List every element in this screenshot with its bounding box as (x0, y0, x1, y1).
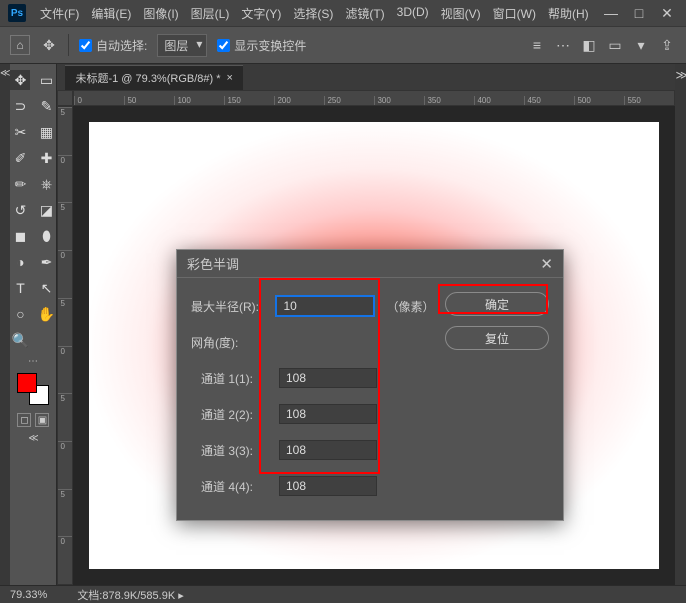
document-tab-title: 未标题-1 @ 79.3%(RGB/8#) * (75, 70, 220, 86)
foreground-color-swatch[interactable] (17, 373, 37, 393)
show-transform-checkbox[interactable]: 显示变换控件 (217, 37, 306, 54)
path-select-tool[interactable]: ↖ (36, 278, 56, 298)
vertical-ruler: 5050505050 (57, 106, 73, 585)
document-tab[interactable]: 未标题-1 @ 79.3%(RGB/8#) * × (65, 65, 242, 90)
ps-logo-icon: Ps (8, 4, 26, 22)
horizontal-ruler: 050100150200250300350400450500550 (73, 90, 675, 106)
menu-item[interactable]: 选择(S) (287, 2, 339, 25)
shape-tool[interactable]: ○ (10, 304, 30, 324)
color-halftone-dialog: 彩色半调 ✕ 最大半径(R): （像素） 网角(度): 通道 1(1): 通道 … (176, 249, 564, 521)
heal-tool[interactable]: ✚ (36, 148, 56, 168)
layer-dropdown[interactable]: 图层 (157, 34, 207, 57)
auto-select-label: 自动选择: (96, 37, 147, 54)
zoom-level[interactable]: 79.33% (10, 589, 47, 601)
pixel-unit-label: （像素） (386, 298, 433, 315)
home-icon[interactable]: ⌂ (10, 35, 30, 55)
lasso-tool[interactable]: ⊃ (10, 96, 30, 116)
blur-tool[interactable]: ⬮ (36, 226, 56, 246)
close-window-button[interactable]: ✕ (660, 6, 674, 20)
channel-2-label: 通道 2(2): (191, 406, 271, 423)
dialog-close-icon[interactable]: ✕ (540, 255, 553, 273)
menu-item[interactable]: 文字(Y) (235, 2, 287, 25)
quickmask-icon[interactable]: ◻ (17, 413, 31, 427)
brush-tool[interactable]: ✏ (10, 174, 30, 194)
move-tool[interactable]: ✥ (10, 70, 30, 90)
menu-item[interactable]: 图像(I) (137, 2, 184, 25)
channel-4-label: 通道 4(4): (191, 478, 271, 495)
document-tabbar: 未标题-1 @ 79.3%(RGB/8#) * × (57, 64, 675, 90)
channel-4-input[interactable] (279, 476, 377, 496)
menu-item[interactable]: 3D(D) (391, 2, 435, 25)
channel-3-label: 通道 3(3): (191, 442, 271, 459)
screenmode-icon[interactable]: ▣ (35, 413, 49, 427)
align-icon[interactable]: ≡ (528, 36, 546, 54)
dodge-tool[interactable]: ◑ (10, 252, 30, 272)
3d-mode-icon[interactable]: ◧ (580, 36, 598, 54)
type-tool[interactable]: T (10, 278, 30, 298)
maximize-button[interactable]: □ (632, 6, 646, 20)
show-transform-label: 显示变换控件 (234, 37, 306, 54)
tool-collapse-strip[interactable]: ≪ (0, 64, 10, 585)
channel-1-input[interactable] (279, 368, 377, 388)
eraser-tool[interactable]: ◪ (36, 200, 56, 220)
grid-angle-label: 网角(度): (191, 334, 271, 351)
ok-button[interactable]: 确定 (445, 292, 549, 316)
eyedropper-tool[interactable]: ✐ (10, 148, 30, 168)
channel-3-input[interactable] (279, 440, 377, 460)
menu-item[interactable]: 帮助(H) (542, 2, 595, 25)
channel-1-label: 通道 1(1): (191, 370, 271, 387)
max-radius-input[interactable] (276, 296, 374, 316)
gradient-tool[interactable]: ◼ (10, 226, 30, 246)
history-brush-tool[interactable]: ↺ (10, 200, 30, 220)
menu-item[interactable]: 窗口(W) (487, 2, 542, 25)
separator (68, 34, 69, 56)
crop-tool[interactable]: ✂ (10, 122, 30, 142)
close-tab-icon[interactable]: × (227, 72, 233, 84)
minimize-button[interactable]: — (604, 6, 618, 20)
frame-icon[interactable]: ▭ (606, 36, 624, 54)
max-radius-label: 最大半径(R): (191, 298, 268, 315)
hand-tool[interactable]: ✋ (36, 304, 56, 324)
frame-tool[interactable]: ▦ (36, 122, 56, 142)
toolbox-collapse-icon[interactable]: ≪ (28, 433, 38, 444)
doc-info[interactable]: 文档:878.9K/585.9K ▸ (77, 587, 183, 603)
edit-toolbar-icon[interactable]: ⋯ (28, 356, 39, 367)
menu-item[interactable]: 视图(V) (435, 2, 487, 25)
panel-collapse-strip[interactable]: ≫ (675, 64, 686, 585)
menu-item[interactable]: 编辑(E) (85, 2, 137, 25)
share-icon[interactable]: ⇪ (658, 36, 676, 54)
color-swatch[interactable] (17, 373, 49, 405)
distribute-icon[interactable]: ⋯ (554, 36, 572, 54)
auto-select-checkbox[interactable]: 自动选择: (79, 37, 147, 54)
pen-tool[interactable]: ✒ (36, 252, 56, 272)
show-transform-input[interactable] (217, 39, 230, 52)
options-bar: ⌂ ✥ 自动选择: 图层 显示变换控件 ≡ ⋯ ◧ ▭ ▾ ⇪ (0, 26, 686, 64)
menu-item[interactable]: 滤镜(T) (339, 2, 390, 25)
quick-select-tool[interactable]: ✎ (36, 96, 56, 116)
window-controls: — □ ✕ (604, 6, 678, 20)
channel-2-input[interactable] (279, 404, 377, 424)
menu-item[interactable]: 图层(L) (185, 2, 236, 25)
auto-select-input[interactable] (79, 39, 92, 52)
ruler-corner (57, 90, 73, 106)
menu-item[interactable]: 文件(F) (34, 2, 85, 25)
toolbox: ✥ ▭ ⊃ ✎ ✂ ▦ ✐ ✚ ✏ ⎈ ↺ ◪ ◼ ⬮ ◑ ✒ T ↖ ○ ✋ … (10, 64, 57, 585)
menubar: Ps 文件(F)编辑(E)图像(I)图层(L)文字(Y)选择(S)滤镜(T)3D… (0, 0, 686, 26)
dialog-titlebar[interactable]: 彩色半调 ✕ (177, 250, 563, 278)
reset-button[interactable]: 复位 (445, 326, 549, 350)
panel-menu-icon[interactable]: ▾ (632, 36, 650, 54)
move-tool-indicator-icon: ✥ (40, 36, 58, 54)
dialog-title: 彩色半调 (187, 254, 239, 273)
zoom-tool[interactable]: 🔍 (10, 330, 30, 350)
marquee-tool[interactable]: ▭ (36, 70, 56, 90)
stamp-tool[interactable]: ⎈ (36, 174, 56, 194)
status-bar: 79.33% 文档:878.9K/585.9K ▸ (0, 585, 686, 603)
